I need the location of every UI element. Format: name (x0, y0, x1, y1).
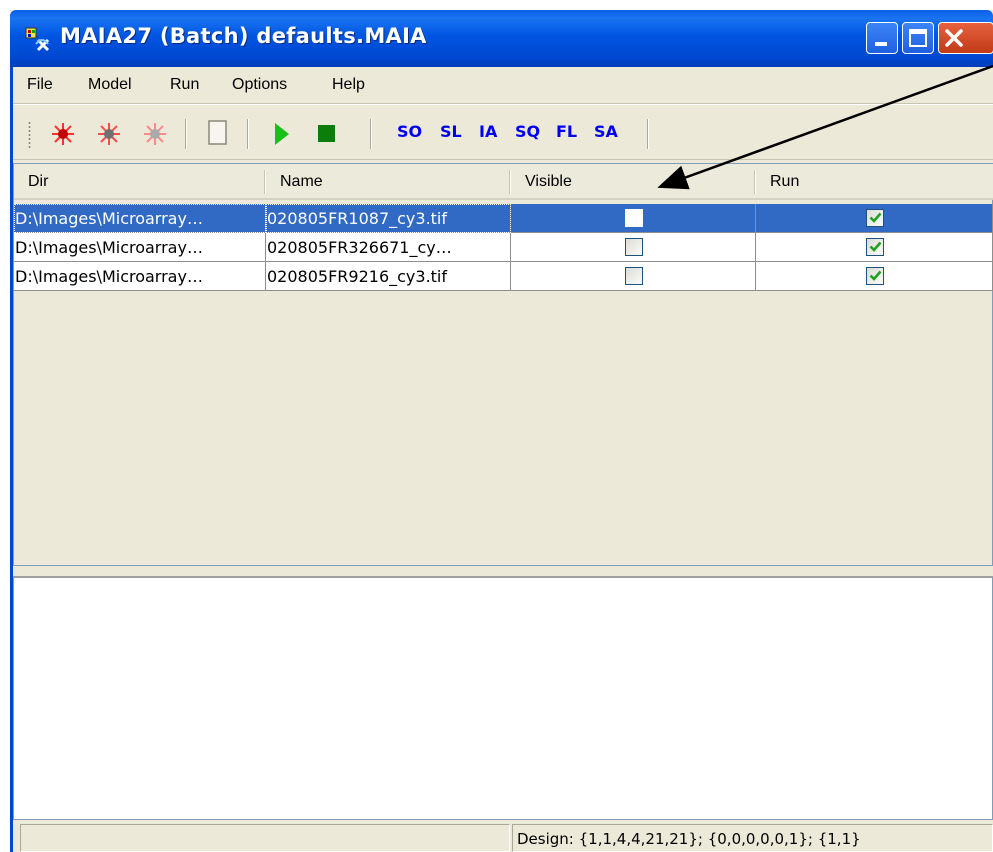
status-panel-left (20, 824, 510, 852)
toolbar: SO SL IA SQ FL SA (10, 104, 993, 160)
title-bar[interactable]: MAIA27 (Batch) defaults.MAIA (10, 10, 993, 67)
status-panel-right: Design: {1,1,4,4,21,21}; {0,0,0,0,0,1}; … (512, 824, 993, 852)
maximize-button[interactable] (902, 22, 934, 54)
column-header-visible[interactable]: Visible (511, 164, 756, 200)
close-icon (945, 29, 963, 47)
sl-button[interactable]: SL (440, 122, 462, 141)
toolbar-separator (185, 119, 187, 149)
app-window: MAIA27 (Batch) defaults.MAIA File Model … (10, 10, 993, 852)
column-header-run[interactable]: Run (756, 164, 993, 200)
bug-faded-icon[interactable] (142, 121, 168, 147)
log-panel[interactable] (13, 576, 993, 820)
cell-name[interactable]: 020805FR326671_cy… (266, 233, 511, 262)
cell-visible[interactable] (511, 233, 756, 262)
menu-help[interactable]: Help (332, 76, 365, 94)
minimize-button[interactable] (866, 22, 898, 54)
menu-options[interactable]: Options (232, 76, 287, 94)
table-row[interactable]: D:\Images\Microarray… 020805FR1087_cy3.ti… (14, 204, 993, 233)
status-design: Design: {1,1,4,4,21,21}; {0,0,0,0,0,1}; … (517, 830, 861, 848)
cell-dir[interactable]: D:\Images\Microarray… (14, 233, 266, 262)
menu-file[interactable]: File (27, 76, 53, 94)
cell-visible[interactable] (511, 262, 756, 291)
fl-button[interactable]: FL (556, 122, 577, 141)
status-bar: Design: {1,1,4,4,21,21}; {0,0,0,0,0,1}; … (10, 820, 993, 852)
stop-icon[interactable] (316, 123, 338, 145)
dir-text: D:\Images\Microarray… (15, 267, 203, 286)
ia-button[interactable]: IA (479, 122, 497, 141)
column-label: Run (770, 173, 800, 190)
bug-red-icon[interactable] (50, 121, 76, 147)
so-button[interactable]: SO (397, 122, 422, 141)
visible-checkbox[interactable] (625, 209, 643, 227)
visible-checkbox[interactable] (625, 267, 643, 285)
column-label: Name (280, 173, 323, 190)
cell-run[interactable] (756, 204, 993, 233)
cell-dir[interactable]: D:\Images\Microarray… (14, 262, 266, 291)
toolbar-separator (247, 119, 249, 149)
cell-visible[interactable] (511, 204, 756, 233)
batch-table: Dir Name Visible Run D:\Images\Microarra… (13, 163, 993, 566)
app-icon (25, 27, 50, 52)
cell-dir[interactable]: D:\Images\Microarray… (14, 204, 266, 233)
column-label: Visible (525, 173, 572, 190)
run-checkbox[interactable] (866, 238, 884, 256)
bug-gray-icon[interactable] (96, 121, 122, 147)
column-header-dir[interactable]: Dir (14, 164, 266, 200)
menu-bar: File Model Run Options Help (10, 67, 993, 104)
visible-checkbox[interactable] (625, 238, 643, 256)
cell-name[interactable]: 020805FR9216_cy3.tif (266, 262, 511, 291)
table-row[interactable]: D:\Images\Microarray… 020805FR326671_cy… (14, 233, 993, 262)
toolbar-separator (647, 119, 649, 149)
file-name-text: 020805FR1087_cy3.tif (267, 209, 447, 228)
toolbar-separator (370, 119, 372, 149)
run-checkbox[interactable] (866, 209, 884, 227)
menu-model[interactable]: Model (88, 76, 132, 94)
checkmark-icon (869, 270, 882, 281)
window-border (10, 67, 13, 852)
dir-text: D:\Images\Microarray… (15, 238, 203, 257)
table-row[interactable]: D:\Images\Microarray… 020805FR9216_cy3.ti… (14, 262, 993, 291)
column-label: Dir (28, 173, 49, 190)
close-button[interactable] (938, 22, 993, 54)
sq-button[interactable]: SQ (515, 122, 540, 141)
cell-run[interactable] (756, 262, 993, 291)
cell-name[interactable]: 020805FR1087_cy3.tif (266, 204, 511, 233)
pane-splitter[interactable] (10, 566, 993, 576)
window-title: MAIA27 (Batch) defaults.MAIA (60, 24, 427, 48)
checkmark-icon (869, 212, 882, 223)
dir-text: D:\Images\Microarray… (15, 209, 203, 228)
sa-button[interactable]: SA (594, 122, 618, 141)
maximize-icon (909, 29, 927, 47)
checkmark-icon (869, 241, 882, 252)
minimize-icon (875, 42, 887, 46)
blank-page-icon[interactable] (207, 119, 229, 147)
run-checkbox[interactable] (866, 267, 884, 285)
file-name-text: 020805FR326671_cy… (267, 238, 452, 257)
column-header-name[interactable]: Name (266, 164, 511, 200)
cell-run[interactable] (756, 233, 993, 262)
menu-run[interactable]: Run (170, 76, 199, 94)
play-icon[interactable] (271, 121, 293, 147)
file-name-text: 020805FR9216_cy3.tif (267, 267, 447, 286)
toolbar-grip[interactable] (28, 121, 31, 149)
